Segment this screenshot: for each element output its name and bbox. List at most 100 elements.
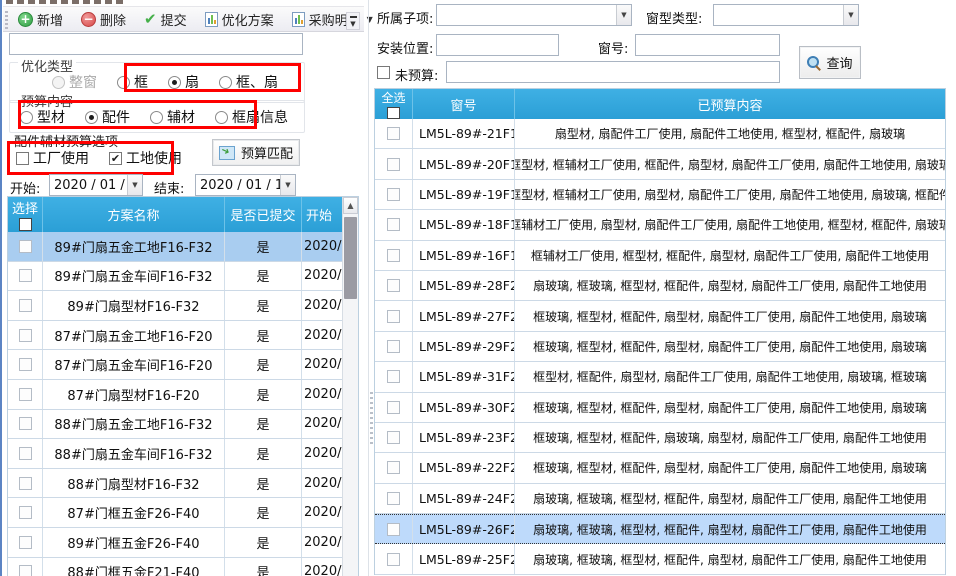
row-checkbox[interactable]: [19, 358, 32, 371]
row-checkbox[interactable]: [387, 249, 400, 262]
row-checkbox[interactable]: [19, 240, 32, 253]
row-checkbox[interactable]: [19, 388, 32, 401]
plan-filter-input[interactable]: [9, 33, 303, 55]
row-checkbox[interactable]: [387, 127, 400, 140]
table-row[interactable]: 88#门扇型材F16-F32是2020/0: [8, 469, 343, 499]
row-checkbox[interactable]: [19, 447, 32, 460]
table-row[interactable]: LM5L-89#-30F28框玻璃, 框型材, 框配件, 扇型材, 扇配件工厂使…: [375, 393, 945, 423]
table-row[interactable]: 87#门扇型材F16-F20是2020/0: [8, 380, 343, 410]
radio-icon[interactable]: [117, 76, 130, 89]
row-checkbox[interactable]: [387, 461, 400, 474]
table-row[interactable]: LM5L-89#-22F20框玻璃, 框型材, 框配件, 扇型材, 扇配件工厂使…: [375, 453, 945, 483]
radio-icon[interactable]: [219, 76, 232, 89]
radio-icon[interactable]: [168, 76, 181, 89]
radio-icon[interactable]: [20, 111, 33, 124]
opt-type-option-框[interactable]: 框: [117, 72, 148, 92]
toolbar-button-采购明细[interactable]: 采购明细▼: [285, 7, 380, 32]
row-checkbox[interactable]: [19, 536, 32, 549]
budget-content-option-框扇信息[interactable]: 框扇信息: [215, 107, 288, 127]
row-checkbox[interactable]: [19, 417, 32, 430]
select-all-checkbox[interactable]: [19, 218, 32, 231]
table-row[interactable]: LM5L-89#-27F25框玻璃, 框型材, 框配件, 扇型材, 扇配件工厂使…: [375, 301, 945, 331]
toolbar-button-提交[interactable]: ✔提交: [137, 7, 194, 32]
table-row[interactable]: LM5L-89#-20F18框型材, 框辅材工厂使用, 框配件, 扇型材, 扇配…: [375, 149, 945, 179]
table-row[interactable]: LM5L-89#-23F21框玻璃, 框型材, 框配件, 扇玻璃, 扇型材, 扇…: [375, 423, 945, 453]
date-end-picker[interactable]: 2020 / 01 / 13 ▼: [195, 174, 296, 196]
query-button[interactable]: 查询: [799, 46, 861, 79]
select-all-checkbox[interactable]: [387, 107, 400, 119]
table-row[interactable]: LM5L-89#-29F27框玻璃, 框型材, 框配件, 扇型材, 扇配件工厂使…: [375, 332, 945, 362]
chevron-down-icon[interactable]: ▼: [280, 175, 295, 195]
row-checkbox[interactable]: [19, 299, 32, 312]
budget-content-option-配件[interactable]: 配件: [85, 107, 130, 127]
radio-icon[interactable]: [150, 111, 163, 124]
checkbox-icon[interactable]: ✔: [109, 152, 122, 165]
panel-splitter[interactable]: [368, 0, 369, 576]
table-row[interactable]: 89#门扇五金车间F16-F32是2020/0: [8, 262, 343, 292]
no-budget-checkbox[interactable]: [377, 66, 390, 79]
toolbar-button-删除[interactable]: −删除: [74, 7, 133, 32]
table-row[interactable]: LM5L-89#-18F16框辅材工厂使用, 扇型材, 扇配件工厂使用, 扇配件…: [375, 210, 945, 240]
cell-budgeted-content: 框玻璃, 框型材, 框配件, 扇型材, 扇配件工厂使用, 扇配件工地使用, 扇玻…: [515, 332, 945, 361]
chevron-down-icon[interactable]: ▼: [843, 5, 858, 25]
row-checkbox[interactable]: [387, 310, 400, 323]
row-checkbox[interactable]: [19, 565, 32, 576]
table-row[interactable]: LM5L-89#-21F19扇型材, 扇配件工厂使用, 扇配件工地使用, 框型材…: [375, 119, 945, 149]
table-row[interactable]: LM5L-89#-24F22扇玻璃, 框玻璃, 框型材, 框配件, 扇型材, 扇…: [375, 484, 945, 514]
plans-table-scrollbar[interactable]: ▲: [342, 197, 358, 576]
row-checkbox[interactable]: [19, 329, 32, 342]
toolbar-button-优化方案[interactable]: 优化方案: [198, 7, 281, 32]
budget-match-button[interactable]: 预算匹配: [212, 139, 300, 166]
row-checkbox[interactable]: [387, 370, 400, 383]
budget-content-option-辅材[interactable]: 辅材: [150, 107, 195, 127]
budget-content-option-型材[interactable]: 型材: [20, 107, 65, 127]
radio-icon[interactable]: [215, 111, 228, 124]
usage-option-工厂使用[interactable]: 工厂使用: [16, 148, 89, 168]
row-checkbox[interactable]: [387, 492, 400, 505]
sub-item-combo[interactable]: ▼: [436, 4, 632, 26]
radio-icon[interactable]: [85, 111, 98, 124]
row-checkbox[interactable]: [387, 431, 400, 444]
table-row[interactable]: 87#门框五金F26-F40是2020/0: [8, 498, 343, 528]
scroll-up-icon[interactable]: ▲: [343, 197, 358, 214]
table-row[interactable]: 88#门扇五金工地F16-F32是2020/0: [8, 410, 343, 440]
install-pos-input[interactable]: [436, 34, 559, 56]
row-checkbox[interactable]: [387, 401, 400, 414]
row-checkbox[interactable]: [387, 218, 400, 231]
date-start-picker[interactable]: 2020 / 01 / 1 ▼: [49, 174, 143, 196]
table-row[interactable]: LM5L-89#-19F17框型材, 框辅材工厂使用, 扇型材, 扇配件工厂使用…: [375, 180, 945, 210]
no-budget-input[interactable]: [446, 61, 780, 83]
row-checkbox[interactable]: [387, 340, 400, 353]
toolbar-overflow-button[interactable]: ▼: [346, 12, 360, 30]
row-checkbox[interactable]: [387, 523, 400, 536]
table-row[interactable]: LM5L-89#-31F29框型材, 框配件, 扇型材, 扇配件工厂使用, 扇配…: [375, 362, 945, 392]
checkbox-icon[interactable]: [16, 152, 29, 165]
window-no-input[interactable]: [635, 34, 780, 56]
table-row[interactable]: 89#门扇型材F16-F32是2020/0: [8, 291, 343, 321]
row-checkbox[interactable]: [19, 269, 32, 282]
table-row[interactable]: 88#门框五金F21-F40是2020/0: [8, 558, 343, 576]
opt-type-option-扇[interactable]: 扇: [168, 72, 199, 92]
table-row[interactable]: LM5L-89#-25F23扇玻璃, 框玻璃, 框型材, 框配件, 扇型材, 扇…: [375, 544, 945, 574]
table-row[interactable]: 89#门扇五金工地F16-F32是2020/0: [8, 232, 343, 262]
toolbar-button-新增[interactable]: +新增: [11, 7, 70, 32]
row-checkbox[interactable]: [19, 477, 32, 490]
usage-option-工地使用[interactable]: ✔工地使用: [109, 148, 182, 168]
table-row[interactable]: 89#门框五金F26-F40是2020/0: [8, 528, 343, 558]
chevron-down-icon[interactable]: ▼: [127, 175, 142, 195]
row-checkbox[interactable]: [387, 158, 400, 171]
row-checkbox[interactable]: [387, 279, 400, 292]
table-row[interactable]: LM5L-89#-26F24扇玻璃, 框玻璃, 框型材, 框配件, 扇型材, 扇…: [375, 514, 945, 544]
opt-type-option-框、扇[interactable]: 框、扇: [219, 72, 278, 92]
row-checkbox[interactable]: [387, 553, 400, 566]
window-type-combo[interactable]: ▼: [713, 4, 859, 26]
table-row[interactable]: 87#门扇五金车间F16-F20是2020/0: [8, 350, 343, 380]
table-row[interactable]: LM5L-89#-16F15框辅材工厂使用, 框型材, 框配件, 扇型材, 扇配…: [375, 241, 945, 271]
table-row[interactable]: 87#门扇五金工地F16-F20是2020/0: [8, 321, 343, 351]
table-row[interactable]: LM5L-89#-28F26扇玻璃, 框玻璃, 框型材, 框配件, 扇型材, 扇…: [375, 271, 945, 301]
table-row[interactable]: 88#门扇五金车间F16-F32是2020/0: [8, 439, 343, 469]
row-checkbox[interactable]: [19, 506, 32, 519]
scrollbar-thumb[interactable]: [344, 217, 357, 299]
chevron-down-icon[interactable]: ▼: [616, 5, 631, 25]
row-checkbox[interactable]: [387, 188, 400, 201]
